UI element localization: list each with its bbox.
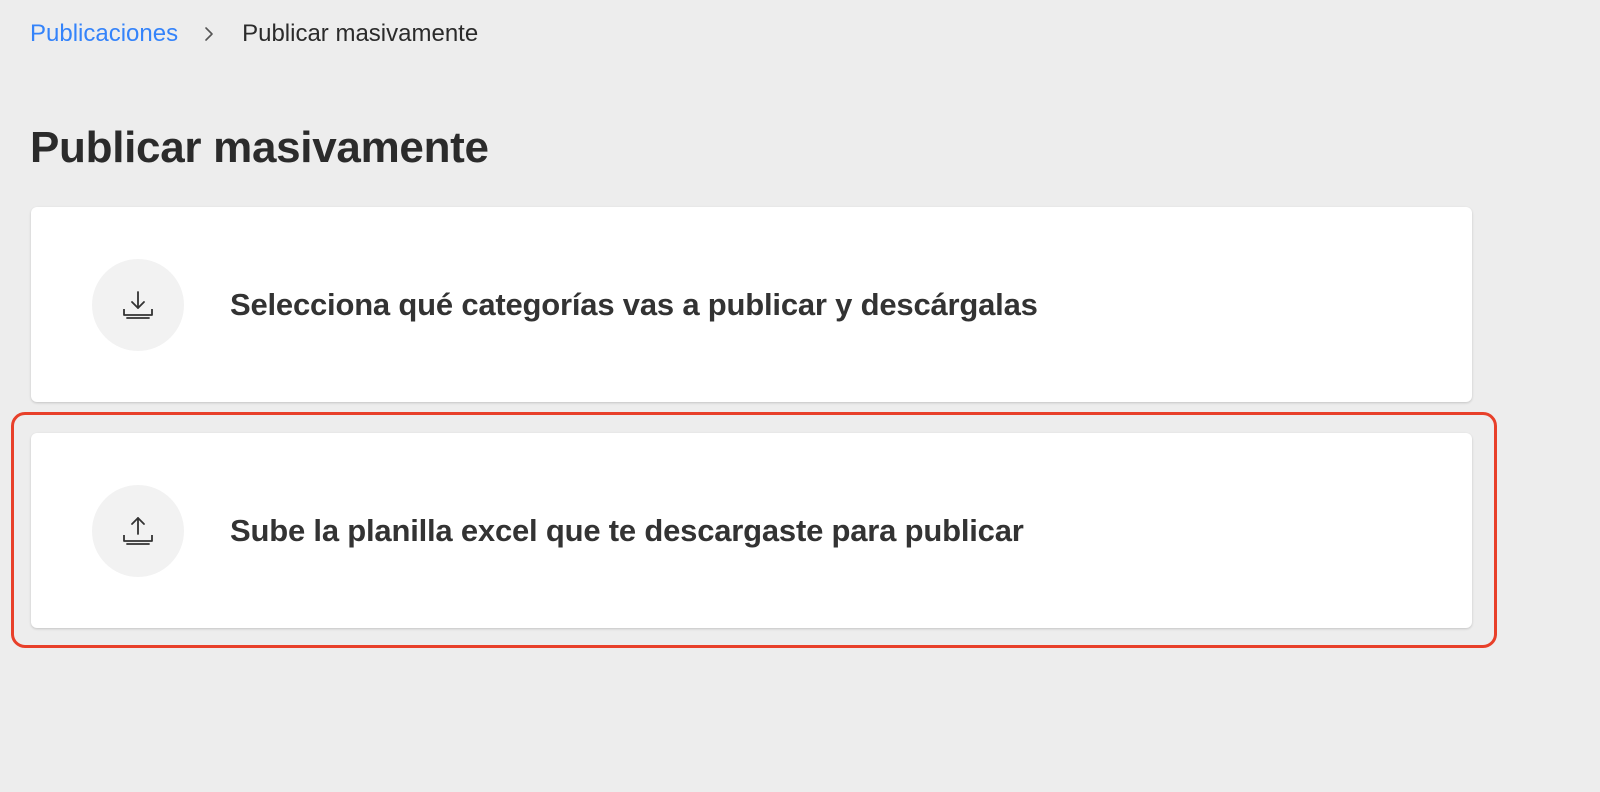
breadcrumb: Publicaciones Publicar masivamente [30,18,478,50]
breadcrumb-current: Publicar masivamente [242,20,479,47]
download-card-label: Selecciona qué categorías vas a publicar… [230,286,1038,322]
upload-icon-circle [92,484,184,577]
breadcrumb-link-publicaciones[interactable]: Publicaciones [30,18,178,50]
upload-spreadsheet-card[interactable]: Sube la planilla excel que te descargast… [31,433,1472,628]
download-icon-circle [92,258,184,351]
chevron-right-icon [198,23,220,45]
upload-card-label: Sube la planilla excel que te descargast… [230,512,1024,548]
upload-icon [123,516,153,545]
download-icon [123,290,153,319]
download-categories-card[interactable]: Selecciona qué categorías vas a publicar… [31,207,1472,402]
page-title: Publicar masivamente [30,123,489,172]
